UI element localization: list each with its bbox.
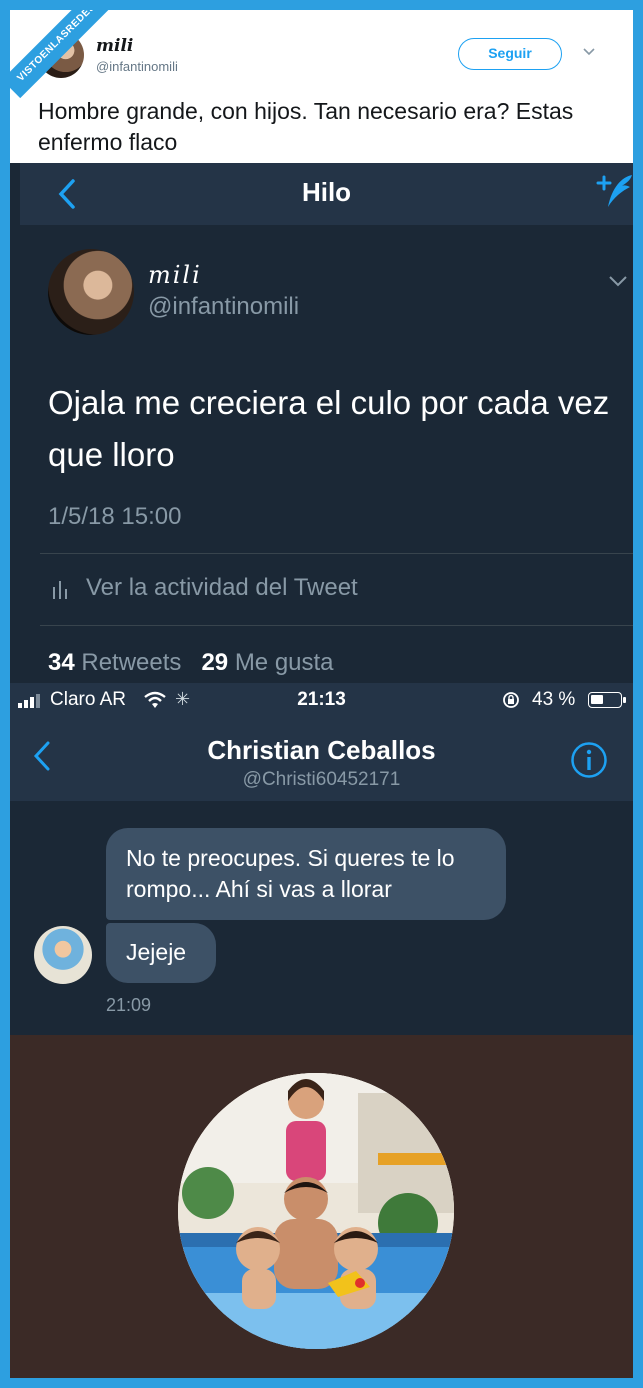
battery-percent: 43 % xyxy=(532,689,576,710)
message-bubble[interactable]: No te preocupes. Si queres te lo rompo..… xyxy=(106,828,506,920)
thread-title: Hilo xyxy=(301,177,352,207)
profile-photo[interactable] xyxy=(178,1073,454,1349)
compose-tweet-icon[interactable] xyxy=(596,171,633,211)
contact-name[interactable]: Christian Ceballos xyxy=(10,735,633,766)
tweet-text: Hombre grande, con hijos. Tan necesario … xyxy=(38,98,574,155)
likes-label[interactable]: Me gusta xyxy=(235,649,334,676)
rotation-lock-icon xyxy=(503,692,519,708)
divider xyxy=(40,625,633,626)
family-pool-photo xyxy=(178,1073,454,1349)
profile-photo-viewer xyxy=(10,1035,633,1378)
follow-button[interactable]: Seguir xyxy=(458,38,562,70)
dm-screenshot: Claro AR ✳ 21:13 43 % Christian Ceballos… xyxy=(10,683,633,1378)
analytics-icon xyxy=(53,581,67,599)
tweet-stats: 34 Retweets 29 Me gusta xyxy=(48,649,334,677)
thread-user-handle[interactable]: @infantinomili xyxy=(148,293,299,321)
status-bar: Claro AR ✳ 21:13 43 % xyxy=(10,683,633,717)
screenshot-frame: mili @infantinomili Seguir Hombre grande… xyxy=(10,10,633,1378)
dm-header: Christian Ceballos @Christi60452171 xyxy=(10,717,633,801)
info-icon[interactable] xyxy=(570,741,608,779)
user-handle[interactable]: @infantinomili xyxy=(96,59,178,74)
message-bubble[interactable]: Jejeje xyxy=(106,923,216,983)
contact-avatar[interactable] xyxy=(34,926,92,984)
user-name[interactable]: mili xyxy=(96,36,133,56)
thread-header: Hilo xyxy=(20,163,633,225)
divider xyxy=(40,553,633,554)
chevron-down-icon[interactable] xyxy=(582,44,596,58)
tweet-card: mili @infantinomili Seguir Hombre grande… xyxy=(10,10,633,163)
retweets-label[interactable]: Retweets xyxy=(81,649,181,676)
message-time: 21:09 xyxy=(106,995,152,1015)
thread-tweet-text: Ojala me creciera el culo por cada vez q… xyxy=(48,384,610,473)
battery-icon xyxy=(588,692,622,708)
contact-handle: @Christi60452171 xyxy=(242,769,401,790)
thread-screenshot: Hilo mili @infantinomili Ojala me crecie… xyxy=(10,163,633,683)
thread-user-name[interactable]: mili xyxy=(148,261,202,289)
chevron-down-icon[interactable] xyxy=(608,271,628,291)
tweet-activity-link[interactable]: Ver la actividad del Tweet xyxy=(86,574,358,602)
battery-nub xyxy=(623,697,626,703)
tweet-date: 1/5/18 15:00 xyxy=(48,503,182,530)
likes-count[interactable]: 29 xyxy=(201,649,228,676)
thread-avatar[interactable] xyxy=(48,249,134,335)
retweets-count[interactable]: 34 xyxy=(48,649,75,676)
